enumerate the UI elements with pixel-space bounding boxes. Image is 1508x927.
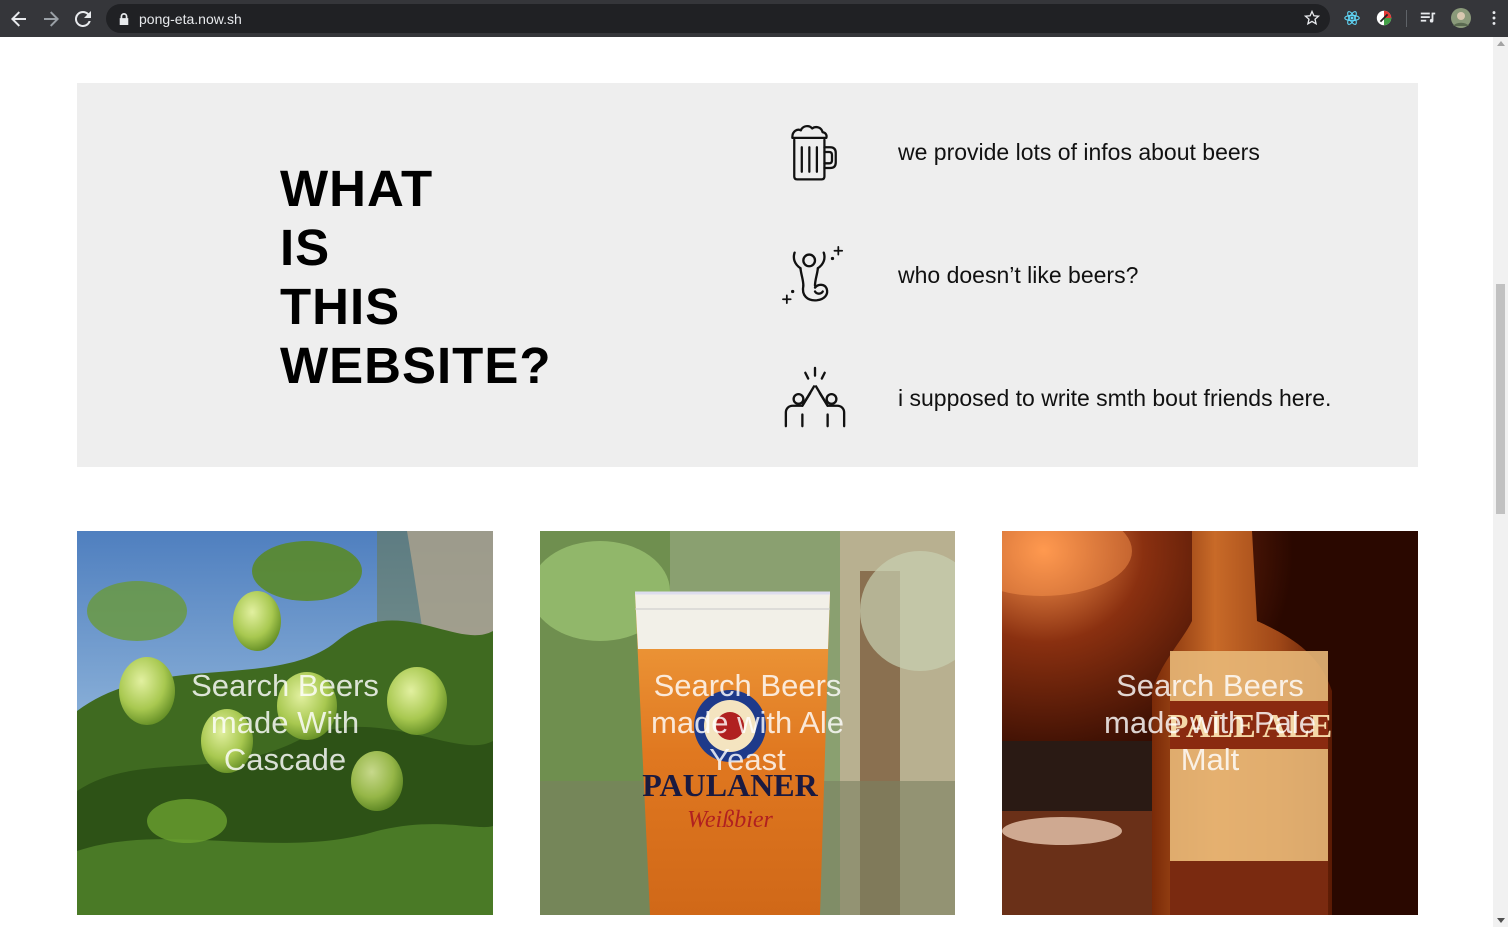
chrome-menu-icon[interactable] [1484, 8, 1504, 28]
back-arrow-icon [11, 10, 26, 27]
card-label: Search Beers made with Ale Yeast [651, 668, 844, 777]
back-button[interactable] [3, 0, 35, 37]
svg-text:Weißbier: Weißbier [687, 807, 773, 833]
feature-text: we provide lots of infos about beers [898, 138, 1260, 165]
page-scrollbar[interactable] [1493, 37, 1508, 927]
heading-line: THIS [280, 278, 401, 335]
reload-button[interactable] [67, 0, 99, 37]
heading-line: WHAT [280, 160, 434, 217]
card-pale-malt[interactable]: PALE ALE Search Beers made with Pale Mal… [1002, 531, 1418, 915]
feature-text: i supposed to write smth bout friends he… [898, 384, 1332, 411]
scrollbar-thumb[interactable] [1496, 284, 1505, 514]
feature-item: who doesn’t like beers? [780, 240, 1420, 310]
toolbar-divider [1406, 10, 1407, 27]
address-bar[interactable]: pong-eta.now.sh [106, 4, 1330, 33]
friends-high-five-icon [780, 363, 850, 433]
heading-line: IS [280, 219, 331, 276]
lock-icon [118, 12, 132, 26]
browser-toolbar: pong-eta.now.sh [0, 0, 1508, 37]
card-ale-yeast[interactable]: PAULANER Weißbier Search Beers made with… [540, 531, 955, 915]
about-section: WHAT IS THIS WEBSITE? we provide lots of… [77, 83, 1418, 467]
scroll-down-arrow-icon[interactable] [1497, 918, 1505, 923]
feature-text: who doesn’t like beers? [898, 261, 1139, 288]
card-label: Search Beers made With Cascade [191, 668, 379, 777]
media-queue-icon[interactable] [1418, 8, 1438, 28]
about-heading: WHAT IS THIS WEBSITE? [280, 159, 552, 395]
forward-button[interactable] [35, 0, 67, 37]
beer-mug-icon [780, 117, 850, 187]
celebrating-person-icon [780, 240, 850, 310]
url-text: pong-eta.now.sh [139, 10, 242, 27]
feature-item: i supposed to write smth bout friends he… [780, 363, 1420, 433]
forward-arrow-icon [44, 10, 59, 27]
bookmark-star-icon[interactable] [1303, 9, 1321, 26]
heading-line: WEBSITE? [280, 337, 552, 394]
scroll-up-arrow-icon[interactable] [1497, 41, 1505, 46]
reload-icon [75, 10, 91, 27]
card-cascade[interactable]: Search Beers made With Cascade [77, 531, 493, 915]
react-devtools-icon[interactable] [1342, 8, 1362, 28]
profile-avatar[interactable] [1450, 7, 1472, 29]
card-label: Search Beers made with Pale Malt [1104, 668, 1316, 777]
feature-item: we provide lots of infos about beers [780, 117, 1420, 187]
extension-colorful-icon[interactable] [1374, 8, 1394, 28]
